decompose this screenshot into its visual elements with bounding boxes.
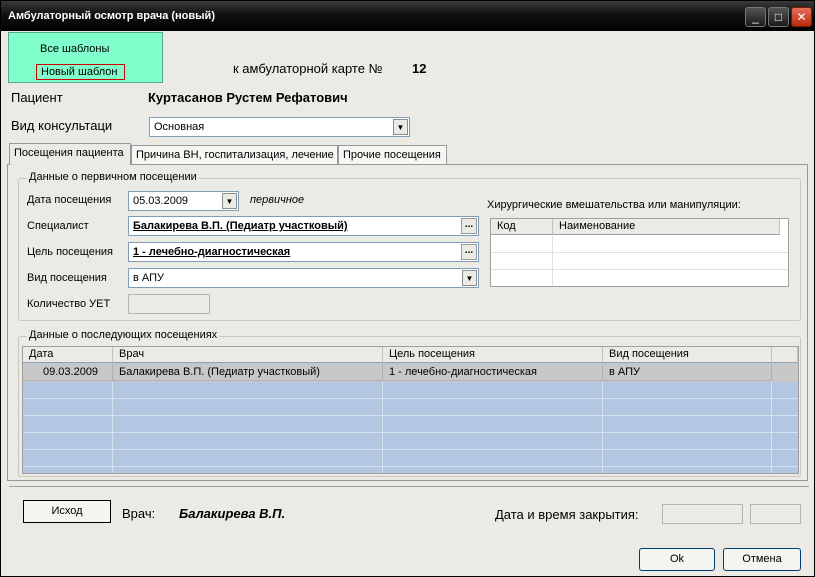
empty-rows-area — [23, 382, 798, 473]
purpose-field[interactable]: 1 - лечебно-диагностическая ... — [128, 242, 479, 262]
window-title: Амбулаторный осмотр врача (новый) — [8, 10, 215, 22]
minimize-button[interactable]: _ — [745, 7, 766, 27]
tab-other-visits[interactable]: Прочие посещения — [338, 145, 447, 164]
cell-purpose: 1 - лечебно-диагностическая — [383, 364, 603, 381]
purpose-label: Цель посещения — [27, 246, 114, 258]
chevron-down-icon[interactable]: ▼ — [393, 119, 408, 135]
surgery-empty-row — [491, 236, 788, 253]
tab-label: Прочие посещения — [343, 149, 441, 161]
column-header-visit-type[interactable]: Вид посещения — [603, 347, 772, 363]
closing-date-field[interactable] — [662, 504, 743, 524]
card-label: к амбулаторной карте № — [233, 61, 383, 76]
doctor-label: Врач: — [122, 506, 156, 521]
grid-divider — [602, 382, 603, 473]
chevron-down-icon[interactable]: ▼ — [462, 270, 477, 286]
outcome-button[interactable]: Исход — [23, 500, 111, 523]
closing-date-label: Дата и время закрытия: — [495, 507, 639, 522]
maximize-icon: □ — [774, 10, 783, 24]
tab-label: Причина ВН, госпитализация, лечение — [136, 149, 334, 161]
tab-patient-visits[interactable]: Посещения пациента — [9, 143, 131, 165]
tab-label: Посещения пациента — [14, 147, 124, 159]
uet-label: Количество УЕТ — [27, 298, 111, 310]
subsequent-visits-group-title: Данные о последующих посещениях — [27, 329, 220, 341]
visit-type-value: в АПУ — [133, 272, 165, 284]
menu-item-new-template[interactable]: Новый шаблон — [36, 64, 125, 80]
close-button[interactable]: ✕ — [791, 7, 812, 27]
ok-button[interactable]: Ok — [639, 548, 715, 571]
primary-visit-group-title: Данные о первичном посещении — [27, 171, 199, 183]
doctor-name: Балакирева В.П. — [179, 506, 286, 521]
closing-time-field[interactable] — [750, 504, 801, 524]
purpose-browse-button[interactable]: ... — [461, 244, 477, 260]
visit-type-select[interactable]: в АПУ ▼ — [128, 268, 479, 288]
specialist-value: Балакирева В.П. (Педиатр участковый) — [133, 220, 348, 232]
consultation-value: Основная — [154, 121, 205, 133]
column-header-code[interactable]: Код — [491, 219, 553, 235]
surgery-title: Хирургические вмешательства или манипуля… — [487, 199, 741, 211]
tab-reason-hospitalization[interactable]: Причина ВН, госпитализация, лечение — [131, 145, 338, 164]
column-header-date[interactable]: Дата — [23, 347, 113, 363]
grid-divider — [112, 382, 113, 473]
consultation-label: Вид консультаци — [11, 118, 113, 133]
specialist-field[interactable]: Балакирева В.П. (Педиатр участковый) ... — [128, 216, 479, 236]
patient-label: Пациент — [11, 90, 63, 105]
specialist-label: Специалист — [27, 220, 89, 232]
close-icon: ✕ — [796, 10, 807, 24]
surgery-empty-row — [491, 253, 788, 270]
uet-field[interactable] — [128, 294, 210, 314]
card-number: 12 — [412, 61, 427, 76]
cell-visit-type: в АПУ — [603, 364, 772, 381]
template-menu: Все шаблоны Новый шаблон — [8, 32, 163, 83]
cell-date: 09.03.2009 — [23, 364, 113, 381]
grid-divider — [771, 382, 772, 473]
menu-item-all-templates[interactable]: Все шаблоны — [40, 43, 109, 55]
surgery-table[interactable]: Код Наименование — [490, 218, 789, 287]
column-header-purpose[interactable]: Цель посещения — [383, 347, 603, 363]
ambulatory-exam-window: Амбулаторный осмотр врача (новый) _ □ ✕ … — [0, 0, 815, 577]
minimize-icon: _ — [752, 10, 759, 24]
grid-divider — [382, 382, 383, 473]
patient-name: Куртасанов Рустем Рефатович — [148, 90, 348, 105]
column-header-name[interactable]: Наименование — [553, 219, 780, 235]
footer-divider — [9, 486, 809, 487]
consultation-select[interactable]: Основная ▼ — [149, 117, 410, 137]
visit-type-label: Вид посещения — [27, 272, 107, 284]
visit-date-label: Дата посещения — [27, 194, 112, 206]
cell-doctor: Балакирева В.П. (Педиатр участковый) — [113, 364, 383, 381]
calendar-dropdown-icon[interactable]: ▼ — [222, 193, 237, 209]
cancel-button[interactable]: Отмена — [723, 548, 801, 571]
visit-kind-note: первичное — [250, 194, 305, 206]
column-header-filler — [772, 347, 798, 363]
specialist-browse-button[interactable]: ... — [461, 218, 477, 234]
subsequent-visits-table[interactable]: Дата Врач Цель посещения Вид посещения 0… — [22, 346, 799, 474]
grid-divider — [552, 236, 553, 286]
column-header-doctor[interactable]: Врач — [113, 347, 383, 363]
title-bar[interactable]: Амбулаторный осмотр врача (новый) _ □ ✕ — [1, 1, 814, 31]
table-row[interactable]: 09.03.2009 Балакирева В.П. (Педиатр учас… — [23, 364, 798, 382]
maximize-button[interactable]: □ — [768, 7, 789, 27]
visit-date-field[interactable]: 05.03.2009 ▼ — [128, 191, 239, 211]
purpose-value: 1 - лечебно-диагностическая — [133, 246, 291, 258]
visit-date-value: 05.03.2009 — [133, 195, 189, 207]
